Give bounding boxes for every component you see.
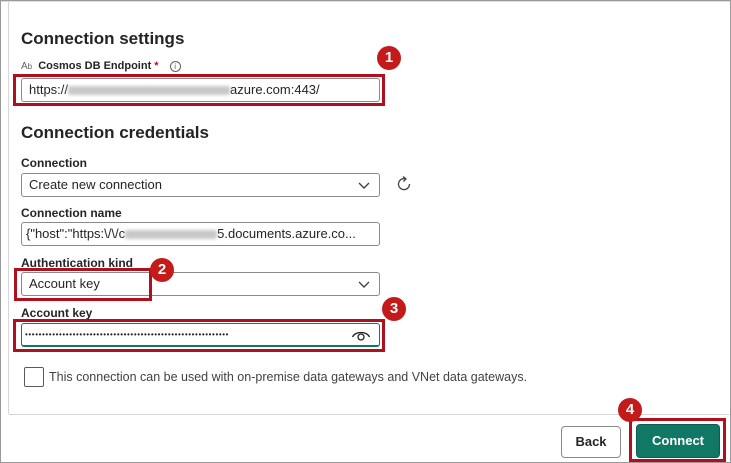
connection-name-input[interactable]: {"host":"https:\/\/c 5.documents.azure.co…	[21, 222, 380, 246]
text-type-icon: Ab	[21, 61, 33, 72]
left-divider	[8, 2, 9, 414]
callout-box-1	[13, 74, 385, 106]
callout-box-2	[14, 268, 152, 301]
back-button[interactable]: Back	[561, 426, 621, 458]
redacted-host	[125, 230, 218, 240]
callout-badge-2: 2	[150, 258, 174, 282]
account-key-label: Account key	[21, 306, 93, 320]
connection-label: Connection	[21, 156, 87, 170]
endpoint-label: Cosmos DB Endpoint	[38, 60, 152, 72]
chevron-down-icon	[358, 281, 370, 288]
refresh-icon[interactable]	[394, 174, 414, 194]
chevron-down-icon	[358, 182, 370, 189]
connection-settings-heading: Connection settings	[21, 29, 185, 48]
callout-badge-4: 4	[618, 398, 642, 422]
callout-badge-3: 3	[382, 297, 406, 321]
connection-name-prefix: {"host":"https:\/\/c	[26, 226, 126, 241]
callout-box-3	[13, 319, 385, 352]
connection-name-label: Connection name	[21, 206, 122, 220]
top-divider	[1, 1, 730, 2]
connection-select[interactable]: Create new connection	[21, 173, 380, 197]
info-icon[interactable]: i	[169, 60, 181, 72]
endpoint-label-row: Ab Cosmos DB Endpoint * i	[21, 60, 181, 72]
required-marker: *	[154, 60, 159, 72]
connection-name-suffix: 5.documents.azure.co...	[217, 226, 356, 241]
gateway-checkbox[interactable]	[24, 367, 44, 387]
connection-value: Create new connection	[29, 177, 162, 192]
callout-box-4	[629, 418, 726, 462]
gateway-checkbox-label: This connection can be used with on-prem…	[49, 370, 528, 384]
connection-credentials-heading: Connection credentials	[21, 123, 209, 142]
callout-badge-1: 1	[377, 46, 401, 70]
